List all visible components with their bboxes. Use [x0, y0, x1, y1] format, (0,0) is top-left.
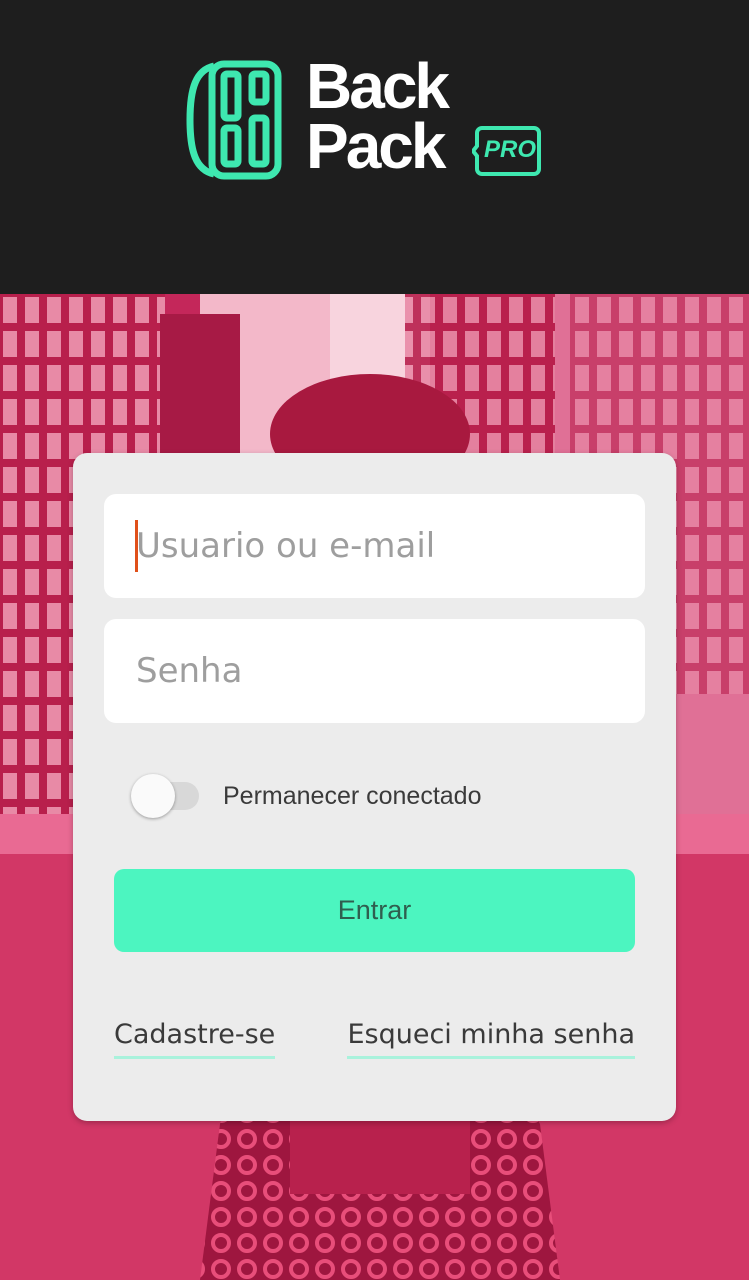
username-input[interactable]	[104, 494, 645, 598]
login-card: Permanecer conectado Entrar Cadastre-se …	[73, 453, 676, 1121]
remember-me-label: Permanecer conectado	[223, 782, 482, 810]
signup-link[interactable]: Cadastre-se	[114, 1019, 276, 1059]
remember-me-toggle[interactable]	[131, 774, 175, 818]
remember-me-row[interactable]: Permanecer conectado	[131, 772, 631, 820]
password-input[interactable]	[104, 619, 645, 723]
text-cursor	[135, 520, 138, 572]
logo-word-pack: Pack	[306, 110, 446, 182]
backpack-logo-icon	[186, 60, 282, 180]
logo-word-back: Back	[306, 50, 450, 122]
forgot-password-link[interactable]: Esqueci minha senha	[347, 1019, 635, 1059]
backpack-pro-logo: Back Pack PRO	[184, 50, 554, 186]
pro-badge-text: PRO	[484, 136, 537, 163]
logo-wordmark: Back Pack	[306, 50, 450, 182]
app-header: Back Pack PRO	[0, 0, 749, 294]
login-button[interactable]: Entrar	[114, 869, 635, 952]
